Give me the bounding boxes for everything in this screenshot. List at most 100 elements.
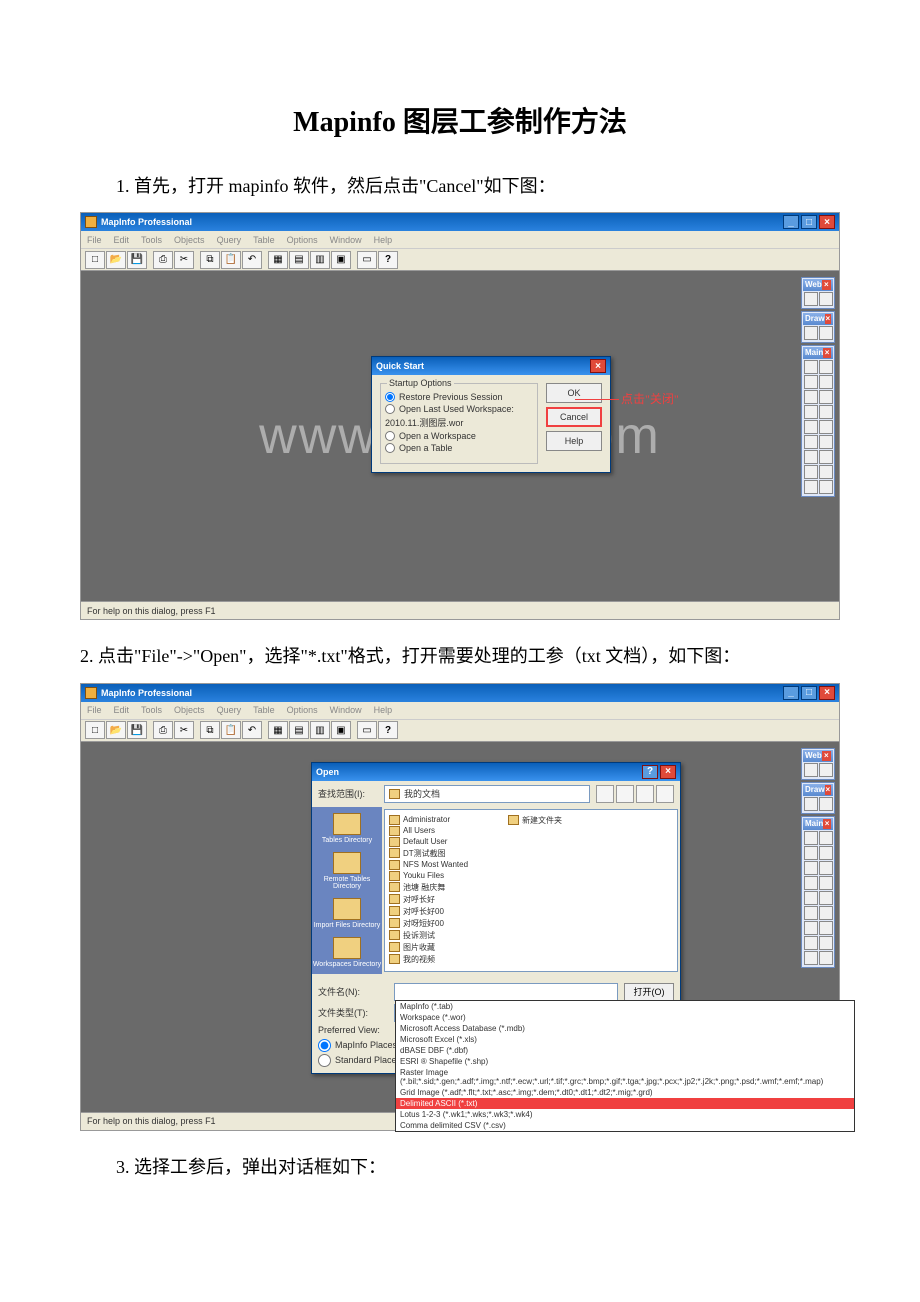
- tool-copy-icon[interactable]: ⧉: [200, 251, 220, 269]
- close-button[interactable]: ×: [819, 686, 835, 700]
- list-item[interactable]: NFS Most Wanted: [389, 860, 468, 870]
- filetype-option[interactable]: Microsoft Excel (*.xls): [396, 1034, 854, 1045]
- list-item[interactable]: Youku Files: [389, 871, 468, 881]
- tool-btn-icon[interactable]: ▦: [268, 721, 288, 739]
- tool-copy-icon[interactable]: ⧉: [200, 721, 220, 739]
- tool-cut-icon[interactable]: ✂: [174, 721, 194, 739]
- tool-print-icon[interactable]: ⎙: [153, 251, 173, 269]
- cancel-button[interactable]: Cancel: [546, 407, 602, 427]
- open-workspace-radio[interactable]: [385, 431, 395, 441]
- tool-btn-icon[interactable]: ▭: [357, 721, 377, 739]
- menu-file[interactable]: File: [87, 235, 102, 245]
- tool-undo-icon[interactable]: ↶: [242, 251, 262, 269]
- tool-print-icon[interactable]: ⎙: [153, 721, 173, 739]
- tool-help-icon[interactable]: ?: [378, 721, 398, 739]
- close-icon[interactable]: ×: [823, 348, 831, 358]
- tool-cut-icon[interactable]: ✂: [174, 251, 194, 269]
- draw-panel[interactable]: Draw×: [801, 782, 835, 814]
- tool-save-icon[interactable]: 💾: [127, 251, 147, 269]
- menu-window[interactable]: Window: [330, 235, 362, 245]
- menu-query[interactable]: Query: [217, 705, 242, 715]
- tool-btn-icon[interactable]: ▣: [331, 251, 351, 269]
- sidebar-import[interactable]: Import Files Directory: [314, 898, 381, 929]
- standard-places-radio[interactable]: [318, 1054, 331, 1067]
- menu-objects[interactable]: Objects: [174, 235, 205, 245]
- tool-open-icon[interactable]: 📂: [106, 721, 126, 739]
- filetype-option[interactable]: ESRI ® Shapefile (*.shp): [396, 1056, 854, 1067]
- web-panel[interactable]: Web×: [801, 277, 835, 309]
- menu-window[interactable]: Window: [330, 705, 362, 715]
- tool-new-icon[interactable]: □: [85, 251, 105, 269]
- menu-tools[interactable]: Tools: [141, 235, 162, 245]
- filetype-option-selected[interactable]: Delimited ASCII (*.txt): [396, 1098, 854, 1109]
- sidebar-tables[interactable]: Tables Directory: [322, 813, 372, 844]
- list-item[interactable]: 对呀短好00: [389, 918, 468, 929]
- main-panel[interactable]: Main×: [801, 816, 835, 968]
- sidebar-workspaces[interactable]: Workspaces Directory: [313, 937, 381, 968]
- filetype-dropdown[interactable]: MapInfo (*.tab) Workspace (*.wor) Micros…: [395, 1000, 855, 1132]
- up-icon[interactable]: [616, 785, 634, 803]
- menu-objects[interactable]: Objects: [174, 705, 205, 715]
- tool-btn-icon[interactable]: ▥: [310, 721, 330, 739]
- close-icon[interactable]: ×: [823, 819, 831, 829]
- tool-paste-icon[interactable]: 📋: [221, 251, 241, 269]
- views-icon[interactable]: [656, 785, 674, 803]
- filetype-option[interactable]: Lotus 1-2-3 (*.wk1;*.wks;*.wk3;*.wk4): [396, 1109, 854, 1120]
- list-item[interactable]: Administrator: [389, 815, 468, 825]
- tool-new-icon[interactable]: □: [85, 721, 105, 739]
- menu-help[interactable]: Help: [374, 705, 393, 715]
- maximize-button[interactable]: □: [801, 215, 817, 229]
- newfolder-icon[interactable]: [636, 785, 654, 803]
- menu-query[interactable]: Query: [217, 235, 242, 245]
- maximize-button[interactable]: □: [801, 686, 817, 700]
- menu-tools[interactable]: Tools: [141, 705, 162, 715]
- menu-edit[interactable]: Edit: [114, 235, 130, 245]
- filetype-option[interactable]: Comma delimited CSV (*.csv): [396, 1120, 854, 1131]
- ok-button[interactable]: OK: [546, 383, 602, 403]
- menu-help[interactable]: Help: [374, 235, 393, 245]
- menu-table[interactable]: Table: [253, 235, 275, 245]
- close-icon[interactable]: ×: [660, 765, 676, 779]
- list-item[interactable]: 我的视频: [389, 954, 468, 965]
- lookin-combobox[interactable]: 我的文档: [384, 785, 590, 803]
- minimize-button[interactable]: _: [783, 686, 799, 700]
- list-item[interactable]: 池塘 融庆舞: [389, 882, 468, 893]
- menu-file[interactable]: File: [87, 705, 102, 715]
- tool-paste-icon[interactable]: 📋: [221, 721, 241, 739]
- tool-open-icon[interactable]: 📂: [106, 251, 126, 269]
- tool-btn-icon[interactable]: ▣: [331, 721, 351, 739]
- file-list[interactable]: Administrator All Users Default User DT测…: [384, 809, 678, 972]
- menu-table[interactable]: Table: [253, 705, 275, 715]
- close-button[interactable]: ×: [819, 215, 835, 229]
- close-icon[interactable]: ×: [822, 280, 831, 290]
- tool-btn-icon[interactable]: ▭: [357, 251, 377, 269]
- filetype-option[interactable]: dBASE DBF (*.dbf): [396, 1045, 854, 1056]
- list-item[interactable]: All Users: [389, 826, 468, 836]
- restore-session-radio[interactable]: [385, 392, 395, 402]
- filetype-option[interactable]: Raster Image (*.bil;*.sid;*.gen;*.adf;*.…: [396, 1067, 854, 1087]
- main-panel[interactable]: Main×: [801, 345, 835, 497]
- tool-btn-icon[interactable]: ▦: [268, 251, 288, 269]
- filetype-option[interactable]: Workspace (*.wor): [396, 1012, 854, 1023]
- open-button[interactable]: 打开(O): [624, 983, 674, 1001]
- filetype-option[interactable]: Microsoft Access Database (*.mdb): [396, 1023, 854, 1034]
- help-button[interactable]: Help: [546, 431, 602, 451]
- tool-help-icon[interactable]: ?: [378, 251, 398, 269]
- close-icon[interactable]: ×: [590, 359, 606, 373]
- tool-btn-icon[interactable]: ▤: [289, 721, 309, 739]
- tool-undo-icon[interactable]: ↶: [242, 721, 262, 739]
- menu-edit[interactable]: Edit: [114, 705, 130, 715]
- close-icon[interactable]: ×: [822, 751, 831, 761]
- close-icon[interactable]: ×: [825, 314, 831, 324]
- list-item[interactable]: DT测试截图: [389, 848, 468, 859]
- list-item[interactable]: 图片收藏: [389, 942, 468, 953]
- draw-panel[interactable]: Draw×: [801, 311, 835, 343]
- menu-options[interactable]: Options: [287, 705, 318, 715]
- help-icon[interactable]: ?: [642, 765, 658, 779]
- close-icon[interactable]: ×: [825, 785, 831, 795]
- sidebar-remote[interactable]: Remote Tables Directory: [312, 852, 382, 890]
- filetype-option[interactable]: MapInfo (*.tab): [396, 1001, 854, 1012]
- list-item[interactable]: Default User: [389, 837, 468, 847]
- list-item[interactable]: 投诉测试: [389, 930, 468, 941]
- filetype-option[interactable]: Grid Image (*.adf;*.flt;*.txt;*.asc;*.im…: [396, 1087, 854, 1098]
